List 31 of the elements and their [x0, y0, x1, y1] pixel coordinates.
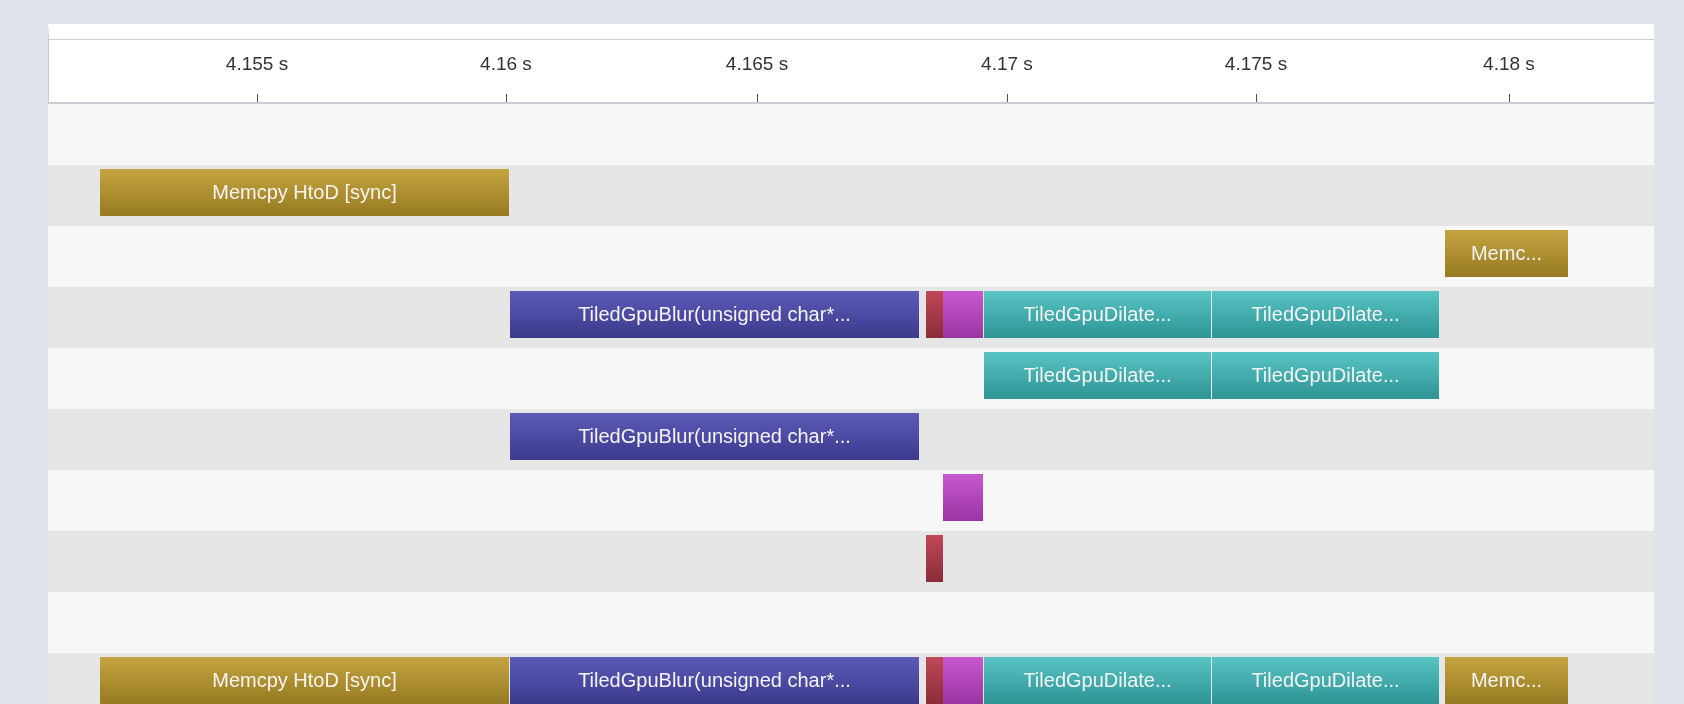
tick-mark	[257, 94, 258, 102]
timeline-bar[interactable]: TiledGpuBlur(unsigned char*...	[510, 657, 919, 704]
timeline-bar[interactable]: TiledGpuDilate...	[984, 291, 1211, 338]
tick-mark	[757, 94, 758, 102]
timeline-bar[interactable]: Memcpy HtoD [sync]	[100, 169, 509, 216]
tick-mark	[506, 94, 507, 102]
tick-mark	[1509, 94, 1510, 102]
timeline-bar[interactable]	[926, 291, 943, 338]
tick-label: 4.18 s	[1482, 53, 1536, 75]
tick-label: 4.17 s	[980, 53, 1034, 75]
timeline-bar[interactable]: TiledGpuBlur(unsigned char*...	[510, 291, 919, 338]
timeline-bar[interactable]	[943, 657, 983, 704]
timeline-bar[interactable]: Memc...	[1445, 230, 1568, 277]
tick-label: 4.155 s	[224, 53, 290, 75]
timeline-bar[interactable]: Memcpy HtoD [sync]	[100, 657, 509, 704]
tick-label: 4.175 s	[1223, 53, 1289, 75]
timeline-bar[interactable]	[926, 535, 943, 582]
tick-mark	[1007, 94, 1008, 102]
timeline-bar[interactable]: TiledGpuDilate...	[1212, 352, 1439, 399]
timeline-bar[interactable]	[943, 474, 983, 521]
timeline-bar[interactable]: TiledGpuBlur(unsigned char*...	[510, 413, 919, 460]
tick-label: 4.16 s	[479, 53, 533, 75]
timeline-bar[interactable]: TiledGpuDilate...	[984, 657, 1211, 704]
timeline-bar[interactable]	[943, 291, 983, 338]
timeline-bar[interactable]: TiledGpuDilate...	[1212, 657, 1439, 704]
timeline-bar[interactable]: Memc...	[1445, 657, 1568, 704]
tick-label: 4.165 s	[724, 53, 790, 75]
timeline-bar[interactable]: TiledGpuDilate...	[1212, 291, 1439, 338]
timeline-bar[interactable]: TiledGpuDilate...	[984, 352, 1211, 399]
timeline-bar[interactable]	[926, 657, 943, 704]
tick-mark	[1256, 94, 1257, 102]
